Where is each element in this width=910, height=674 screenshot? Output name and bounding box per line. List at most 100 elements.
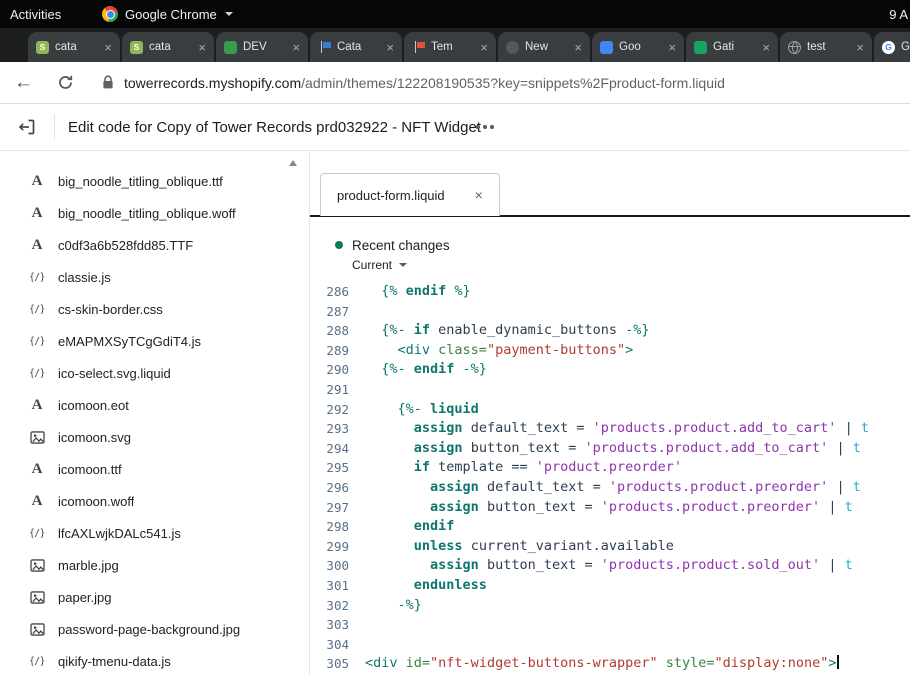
line-number: 288 bbox=[310, 321, 349, 341]
file-item[interactable]: Abig_noodle_titling_oblique.ttf bbox=[0, 165, 309, 197]
browser-tab[interactable]: Tem × bbox=[404, 32, 496, 62]
back-button[interactable]: ← bbox=[14, 73, 33, 92]
browser-toolbar: ← towerrecords.myshopify.com/admin/theme… bbox=[0, 62, 910, 104]
browser-tab[interactable]: Goo× bbox=[592, 32, 684, 62]
code-line[interactable]: 303 bbox=[310, 615, 910, 635]
code-line[interactable]: 293 assign default_text = 'products.prod… bbox=[310, 419, 910, 439]
flag-favicon bbox=[318, 41, 331, 54]
code-text: assign button_text = 'products.product.a… bbox=[365, 439, 861, 459]
browser-tab[interactable]: Scata× bbox=[122, 32, 214, 62]
browser-tab[interactable]: GG× bbox=[874, 32, 910, 62]
lock-icon[interactable] bbox=[102, 75, 114, 90]
file-name: paper.jpg bbox=[58, 590, 112, 605]
image-file-icon bbox=[28, 431, 46, 444]
file-item[interactable]: Abig_noodle_titling_oblique.woff bbox=[0, 197, 309, 229]
code-line[interactable]: 304 bbox=[310, 635, 910, 655]
line-number: 290 bbox=[310, 360, 349, 380]
code-text: {% endif %} bbox=[365, 282, 471, 302]
square-favicon bbox=[224, 41, 237, 54]
file-item[interactable]: {/}ico-select.svg.liquid bbox=[0, 357, 309, 389]
file-name: eMAPMXSyTCgGdiT4.js bbox=[58, 334, 201, 349]
tab-close-icon[interactable]: × bbox=[856, 41, 864, 54]
tab-close-icon[interactable]: × bbox=[198, 41, 206, 54]
code-line[interactable]: 289 <div class="payment-buttons"> bbox=[310, 341, 910, 361]
file-item[interactable]: {/}classie.js bbox=[0, 261, 309, 293]
tab-close-icon[interactable]: × bbox=[574, 41, 582, 54]
line-number: 295 bbox=[310, 458, 349, 478]
tab-close-icon[interactable]: × bbox=[762, 41, 770, 54]
address-bar[interactable]: towerrecords.myshopify.com/admin/themes/… bbox=[124, 75, 725, 91]
exit-code-editor-button[interactable] bbox=[17, 117, 37, 137]
code-line[interactable]: 294 assign button_text = 'products.produ… bbox=[310, 439, 910, 459]
file-item[interactable]: {/}eMAPMXSyTCgGdiT4.js bbox=[0, 325, 309, 357]
file-item[interactable]: Ac0df3a6b528fdd85.TTF bbox=[0, 229, 309, 261]
code-lines[interactable]: 286 {% endif %}287288 {%- if enable_dyna… bbox=[310, 282, 910, 674]
file-item[interactable]: marble.jpg bbox=[0, 549, 309, 581]
line-number: 299 bbox=[310, 537, 349, 557]
browser-tab[interactable]: test × bbox=[780, 32, 872, 62]
editor-tab-title: product-form.liquid bbox=[337, 188, 445, 203]
activities-button[interactable]: Activities bbox=[10, 7, 61, 22]
font-file-icon: A bbox=[28, 205, 46, 222]
code-file-icon: {/} bbox=[28, 368, 46, 379]
tab-close-icon[interactable]: × bbox=[104, 41, 112, 54]
code-line[interactable]: 299 unless current_variant.available bbox=[310, 537, 910, 557]
browser-tab[interactable]: Cata× bbox=[310, 32, 402, 62]
app-menu-button[interactable]: Google Chrome bbox=[102, 6, 233, 22]
code-line[interactable]: 292 {%- liquid bbox=[310, 400, 910, 420]
code-line[interactable]: 298 endif bbox=[310, 517, 910, 537]
code-line[interactable]: 302 -%} bbox=[310, 596, 910, 616]
file-item[interactable]: icomoon.svg bbox=[0, 421, 309, 453]
file-item[interactable]: Aicomoon.eot bbox=[0, 389, 309, 421]
browser-tab[interactable]: New× bbox=[498, 32, 590, 62]
file-item[interactable]: Aicomoon.woff bbox=[0, 485, 309, 517]
chevron-down-icon bbox=[399, 263, 407, 267]
line-number: 305 bbox=[310, 654, 349, 674]
browser-tab[interactable]: Gati× bbox=[686, 32, 778, 62]
code-line[interactable]: 301 endunless bbox=[310, 576, 910, 596]
version-dropdown[interactable]: Current bbox=[352, 258, 450, 272]
code-text: assign button_text = 'products.product.s… bbox=[365, 556, 853, 576]
circle-favicon bbox=[506, 41, 519, 54]
font-file-icon: A bbox=[28, 173, 46, 190]
scrollbar-up-arrow[interactable] bbox=[289, 160, 297, 166]
tab-close-icon[interactable]: × bbox=[480, 41, 488, 54]
line-number: 304 bbox=[310, 635, 349, 655]
tab-title: test bbox=[807, 41, 850, 53]
file-item[interactable]: {/}lfcAXLwjkDALc541.js bbox=[0, 517, 309, 549]
more-actions-button[interactable] bbox=[472, 119, 498, 135]
code-line[interactable]: 296 assign default_text = 'products.prod… bbox=[310, 478, 910, 498]
browser-tab[interactable]: Scata× bbox=[28, 32, 120, 62]
file-item[interactable]: password-page-background.jpg bbox=[0, 613, 309, 645]
tab-close-icon[interactable]: × bbox=[292, 41, 300, 54]
reload-icon bbox=[57, 74, 74, 91]
code-line[interactable]: 290 {%- endif -%} bbox=[310, 360, 910, 380]
theme-file-sidebar: Abig_noodle_titling_oblique.ttfAbig_nood… bbox=[0, 151, 310, 674]
code-line[interactable]: 286 {% endif %} bbox=[310, 282, 910, 302]
editor-header: Edit code for Copy of Tower Records prd0… bbox=[0, 104, 910, 151]
code-line[interactable]: 297 assign button_text = 'products.produ… bbox=[310, 498, 910, 518]
browser-tab[interactable]: DEV× bbox=[216, 32, 308, 62]
code-line[interactable]: 300 assign button_text = 'products.produ… bbox=[310, 556, 910, 576]
code-line[interactable]: 291 bbox=[310, 380, 910, 400]
tab-close-icon[interactable]: × bbox=[668, 41, 676, 54]
code-text: endunless bbox=[365, 576, 487, 596]
file-item[interactable]: Aicomoon.ttf bbox=[0, 453, 309, 485]
code-line[interactable]: 287 bbox=[310, 302, 910, 322]
file-item[interactable]: paper.jpg bbox=[0, 581, 309, 613]
tab-title: Tem bbox=[431, 41, 474, 53]
text-cursor bbox=[837, 655, 839, 669]
unsaved-changes-dot bbox=[335, 241, 343, 249]
tab-close-icon[interactable]: × bbox=[386, 41, 394, 54]
editor-file-tab[interactable]: product-form.liquid × bbox=[320, 173, 500, 216]
tab-close-icon[interactable]: × bbox=[475, 188, 483, 202]
code-line[interactable]: 305<div id="nft-widget-buttons-wrapper" … bbox=[310, 654, 910, 674]
recent-changes-panel: Recent changes Current bbox=[335, 235, 450, 272]
file-name: icomoon.ttf bbox=[58, 462, 122, 477]
file-item[interactable]: {/}qikify-tmenu-data.js bbox=[0, 645, 309, 674]
reload-button[interactable] bbox=[57, 74, 74, 91]
code-line[interactable]: 288 {%- if enable_dynamic_buttons -%} bbox=[310, 321, 910, 341]
system-clock[interactable]: 9 A bbox=[889, 7, 908, 22]
file-item[interactable]: {/}cs-skin-border.css bbox=[0, 293, 309, 325]
code-line[interactable]: 295 if template == 'product.preorder' bbox=[310, 458, 910, 478]
